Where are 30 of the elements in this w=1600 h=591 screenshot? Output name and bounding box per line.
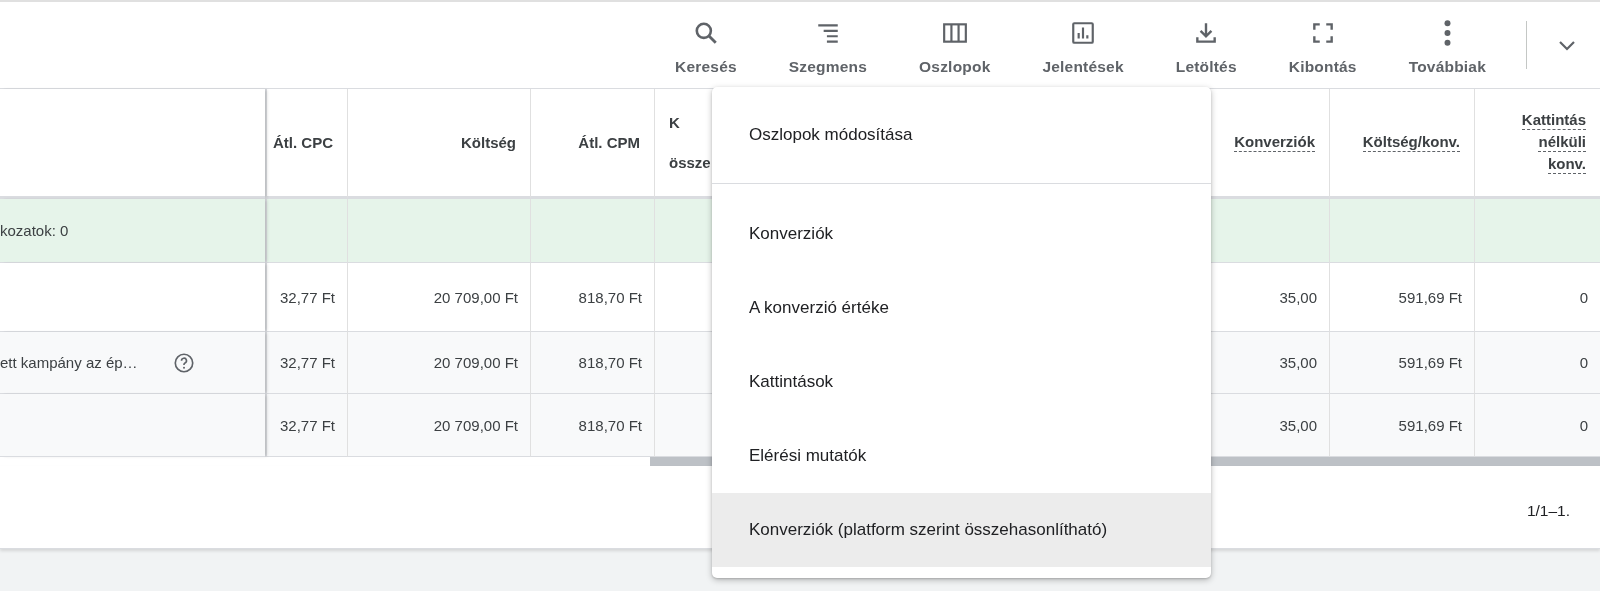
menu-item[interactable]: Konverziók (platform szerint összehasonlítható) — [712, 493, 1211, 567]
row-label: kozatok: 0 — [0, 222, 69, 239]
table-cell: 0 — [1474, 263, 1600, 332]
help-icon[interactable] — [172, 351, 195, 374]
toolbar-button[interactable]: Oszlopok — [907, 14, 1003, 76]
table-cell: 591,69 Ft — [1329, 263, 1474, 332]
columns-icon — [941, 20, 968, 46]
table-cell: 818,70 Ft — [530, 263, 654, 332]
toolbar-button[interactable]: Jelentések — [1030, 14, 1136, 76]
table-cell: 818,70 Ft — [530, 332, 654, 394]
table-cell: 0 — [1474, 332, 1600, 394]
table-cell: 0 — [1474, 394, 1600, 457]
table-cell: 818,70 Ft — [530, 394, 654, 457]
toolbar-button[interactable]: Továbbiak — [1396, 14, 1498, 76]
toolbar-button[interactable]: Kibontás — [1276, 14, 1369, 76]
table-cell: 20 709,00 Ft — [347, 332, 530, 394]
table-cell: 32,77 Ft — [265, 332, 347, 394]
table-cell: 32,77 Ft — [265, 394, 347, 457]
more-vertical-icon — [1443, 20, 1451, 46]
pagination-text: 1/1–1. — [1526, 502, 1570, 520]
table-cell: 591,69 Ft — [1329, 394, 1474, 457]
row-label: ett kampány az ép… — [0, 354, 138, 371]
table-cell: 591,69 Ft — [1329, 332, 1474, 394]
table-cell: 20 709,00 Ft — [347, 263, 530, 332]
bar-chart-icon — [1070, 20, 1097, 46]
toolbar-button[interactable]: Letöltés — [1163, 14, 1249, 76]
toolbar-button[interactable]: Szegmens — [776, 14, 880, 76]
table-cell: 20 709,00 Ft — [347, 394, 530, 457]
table-cell: 32,77 Ft — [265, 263, 347, 332]
toolbar-button[interactable]: Keresés — [663, 14, 749, 76]
